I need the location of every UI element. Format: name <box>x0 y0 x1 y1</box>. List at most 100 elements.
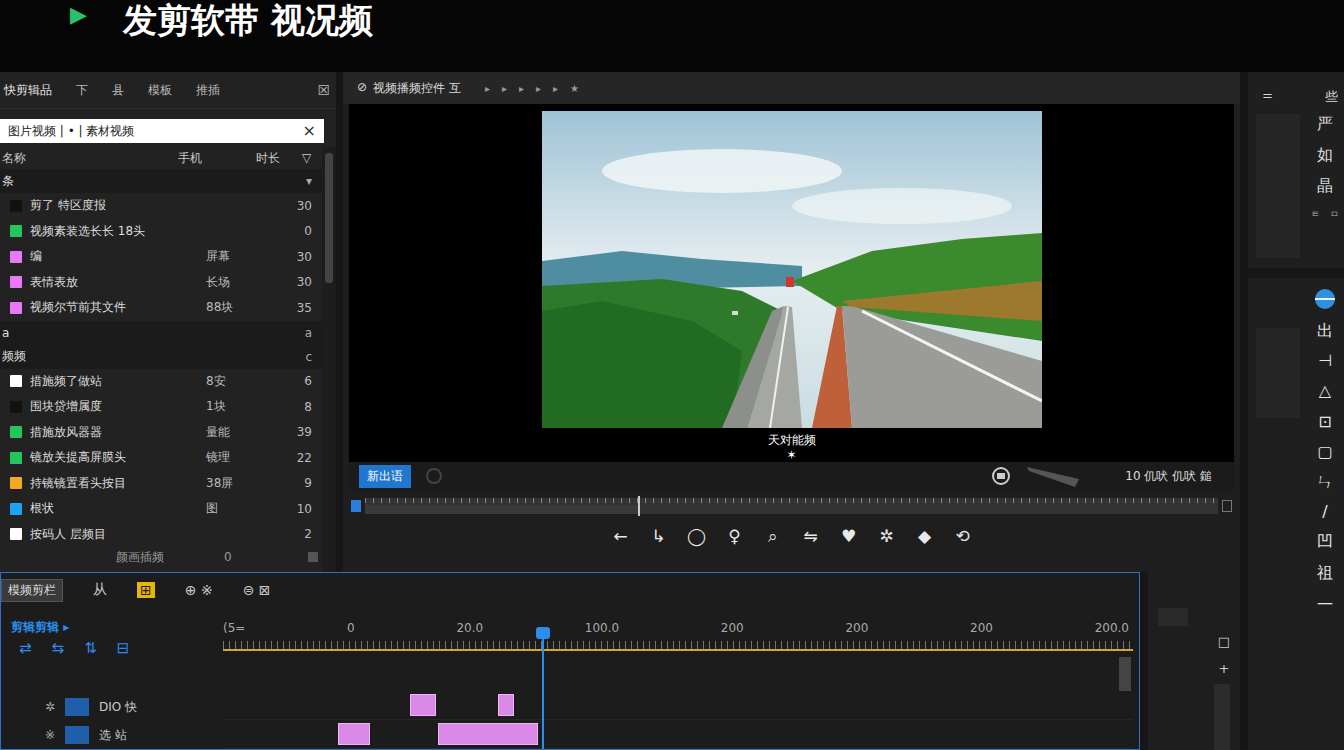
group-toggle[interactable]: c <box>305 350 312 364</box>
media-item[interactable]: 镜放关提高屏膜头镜理22 <box>0 445 322 471</box>
clip[interactable] <box>438 723 538 745</box>
media-tab[interactable]: 县 <box>112 82 124 99</box>
scrub-track[interactable] <box>365 498 1218 514</box>
transport-button[interactable]: ◆ <box>914 526 936 546</box>
panel-button[interactable]: 些 <box>1325 88 1338 106</box>
step-button[interactable]: ▸ <box>536 83 541 94</box>
timeline-mode-button[interactable]: 模频剪栏 <box>1 579 63 602</box>
column-label[interactable]: 名称 <box>2 150 178 167</box>
clip[interactable] <box>338 723 371 745</box>
track-tool[interactable]: ⇆ <box>52 639 65 661</box>
track[interactable] <box>223 720 1133 749</box>
transport-button[interactable]: ⌕ <box>762 526 784 546</box>
transport-button[interactable]: ♀ <box>724 526 746 546</box>
media-tab[interactable]: 下 <box>76 82 88 99</box>
work-area-bar[interactable] <box>223 649 1133 651</box>
tool-button[interactable]: 出 <box>1317 321 1333 340</box>
track-name[interactable]: ※选 站 <box>11 721 223 749</box>
resize-handle-icon[interactable] <box>308 552 318 562</box>
tool-button[interactable]: △ <box>1319 381 1331 400</box>
timeline-tool[interactable]: 从 <box>93 581 107 599</box>
out-point-icon[interactable] <box>1222 500 1232 512</box>
transport-button[interactable]: ↳ <box>648 526 670 546</box>
transport-button[interactable]: ♥ <box>838 526 860 546</box>
media-tab[interactable]: 推插 <box>196 82 220 99</box>
group-toggle[interactable]: ▾ <box>306 174 312 188</box>
sequence-label[interactable]: 剪辑剪辑 ▸ <box>11 619 223 639</box>
column-label[interactable]: 手机 <box>178 150 256 167</box>
tool-button[interactable]: ⊡ <box>1318 412 1331 431</box>
scrollbar[interactable] <box>1119 657 1131 691</box>
clip[interactable] <box>410 694 436 716</box>
media-tab[interactable]: 快剪辑品 <box>4 82 52 99</box>
tool-button[interactable]: ㄣ <box>1317 472 1333 491</box>
media-item[interactable]: 围块贷增属度1块8 <box>0 394 322 420</box>
timeline-tool[interactable]: ⊞ <box>137 582 155 598</box>
tool-button[interactable]: 晶 <box>1317 176 1333 195</box>
media-item[interactable]: 编屏幕30 <box>0 244 322 270</box>
tool-button[interactable]: ⊣ <box>1318 351 1332 370</box>
media-item[interactable]: 剪了 特区度报30 <box>0 193 322 219</box>
close-button[interactable]: ☒ <box>317 82 330 98</box>
media-tab[interactable]: 模板 <box>148 82 172 99</box>
scroll-thumb[interactable] <box>325 153 333 283</box>
loop-icon[interactable] <box>425 467 443 485</box>
media-item[interactable]: 持镜镜置看头按目38屏9 <box>0 471 322 497</box>
tool-button[interactable]: / <box>1322 502 1327 521</box>
ruler[interactable]: (5=020.0100.0200200200200.0 <box>223 621 1133 641</box>
transport-button[interactable]: ◯ <box>686 526 708 546</box>
media-item[interactable]: 根状图10 <box>0 496 322 522</box>
transport-button[interactable]: ⇋ <box>800 526 822 546</box>
column-label[interactable]: ▽ <box>302 151 322 165</box>
tool-button[interactable]: — <box>1317 593 1333 612</box>
disable-icon[interactable]: ⊘ <box>357 80 367 97</box>
media-item[interactable]: 视频素装选长长 18头0 <box>0 219 322 245</box>
track-tool[interactable]: ⊟ <box>117 639 130 661</box>
globe-icon[interactable] <box>1314 288 1336 310</box>
media-item[interactable]: 视频尔节前其文件88块35 <box>0 295 322 321</box>
scrollbar[interactable] <box>322 147 336 572</box>
media-item[interactable]: 按码人 层频目2 <box>0 522 322 548</box>
step-button[interactable]: ▸ <box>502 83 507 94</box>
track-tool[interactable]: ⇄ <box>19 639 32 661</box>
lock-icon[interactable] <box>65 698 89 716</box>
panel-button[interactable]: = <box>1262 88 1273 106</box>
meter-button[interactable]: + <box>1218 661 1229 676</box>
mode-button[interactable]: 新出语 <box>359 465 411 488</box>
step-button[interactable]: ★ <box>570 83 579 94</box>
scrub-thumb[interactable] <box>638 496 640 516</box>
timeline-area[interactable]: (5=020.0100.0200200200200.0 <box>223 607 1133 749</box>
in-point-icon[interactable] <box>351 500 361 512</box>
volume-slider-icon[interactable] <box>1025 463 1081 489</box>
step-button[interactable]: ▸ <box>519 83 524 94</box>
track-tool[interactable]: ⇅ <box>84 639 97 661</box>
transport-button[interactable]: ← <box>610 526 632 546</box>
tool-button[interactable]: 如 <box>1317 145 1333 164</box>
playhead[interactable] <box>542 633 544 749</box>
group-toggle[interactable]: a <box>305 326 312 340</box>
track-name[interactable]: ✲DIO 快 <box>11 693 223 721</box>
group-header[interactable]: 频频c <box>0 345 322 369</box>
tool-button[interactable]: 祖 <box>1317 563 1333 582</box>
scrubber[interactable] <box>351 496 1232 516</box>
small-button[interactable]: ㅌ <box>1311 208 1320 221</box>
media-item[interactable]: 措施频了做站8安6 <box>0 369 322 395</box>
meter-button[interactable]: □ <box>1218 634 1230 649</box>
lock-icon[interactable] <box>65 726 89 744</box>
step-button[interactable]: ▸ <box>553 83 558 94</box>
step-button[interactable]: ▸ <box>485 83 490 94</box>
clip[interactable] <box>498 694 514 716</box>
tool-button[interactable]: ▢ <box>1317 442 1332 461</box>
search-field[interactable]: 图片视频 | • | 素材视频× <box>0 119 324 143</box>
tool-button[interactable]: 严 <box>1317 114 1333 133</box>
transport-button[interactable]: ⟲ <box>952 526 974 546</box>
media-item[interactable]: 表情表放长场30 <box>0 270 322 296</box>
track[interactable] <box>223 691 1133 720</box>
tool-button[interactable]: 凹 <box>1317 532 1333 551</box>
timeline-tool[interactable]: ⊕ ※ <box>185 582 213 598</box>
record-icon[interactable] <box>991 466 1011 486</box>
group-header[interactable]: 条▾ <box>0 169 322 193</box>
media-item[interactable]: 措施放风器器量能39 <box>0 420 322 446</box>
column-label[interactable]: 时长 <box>256 150 302 167</box>
timeline-tool[interactable]: ⊜ ⊠ <box>243 582 271 598</box>
